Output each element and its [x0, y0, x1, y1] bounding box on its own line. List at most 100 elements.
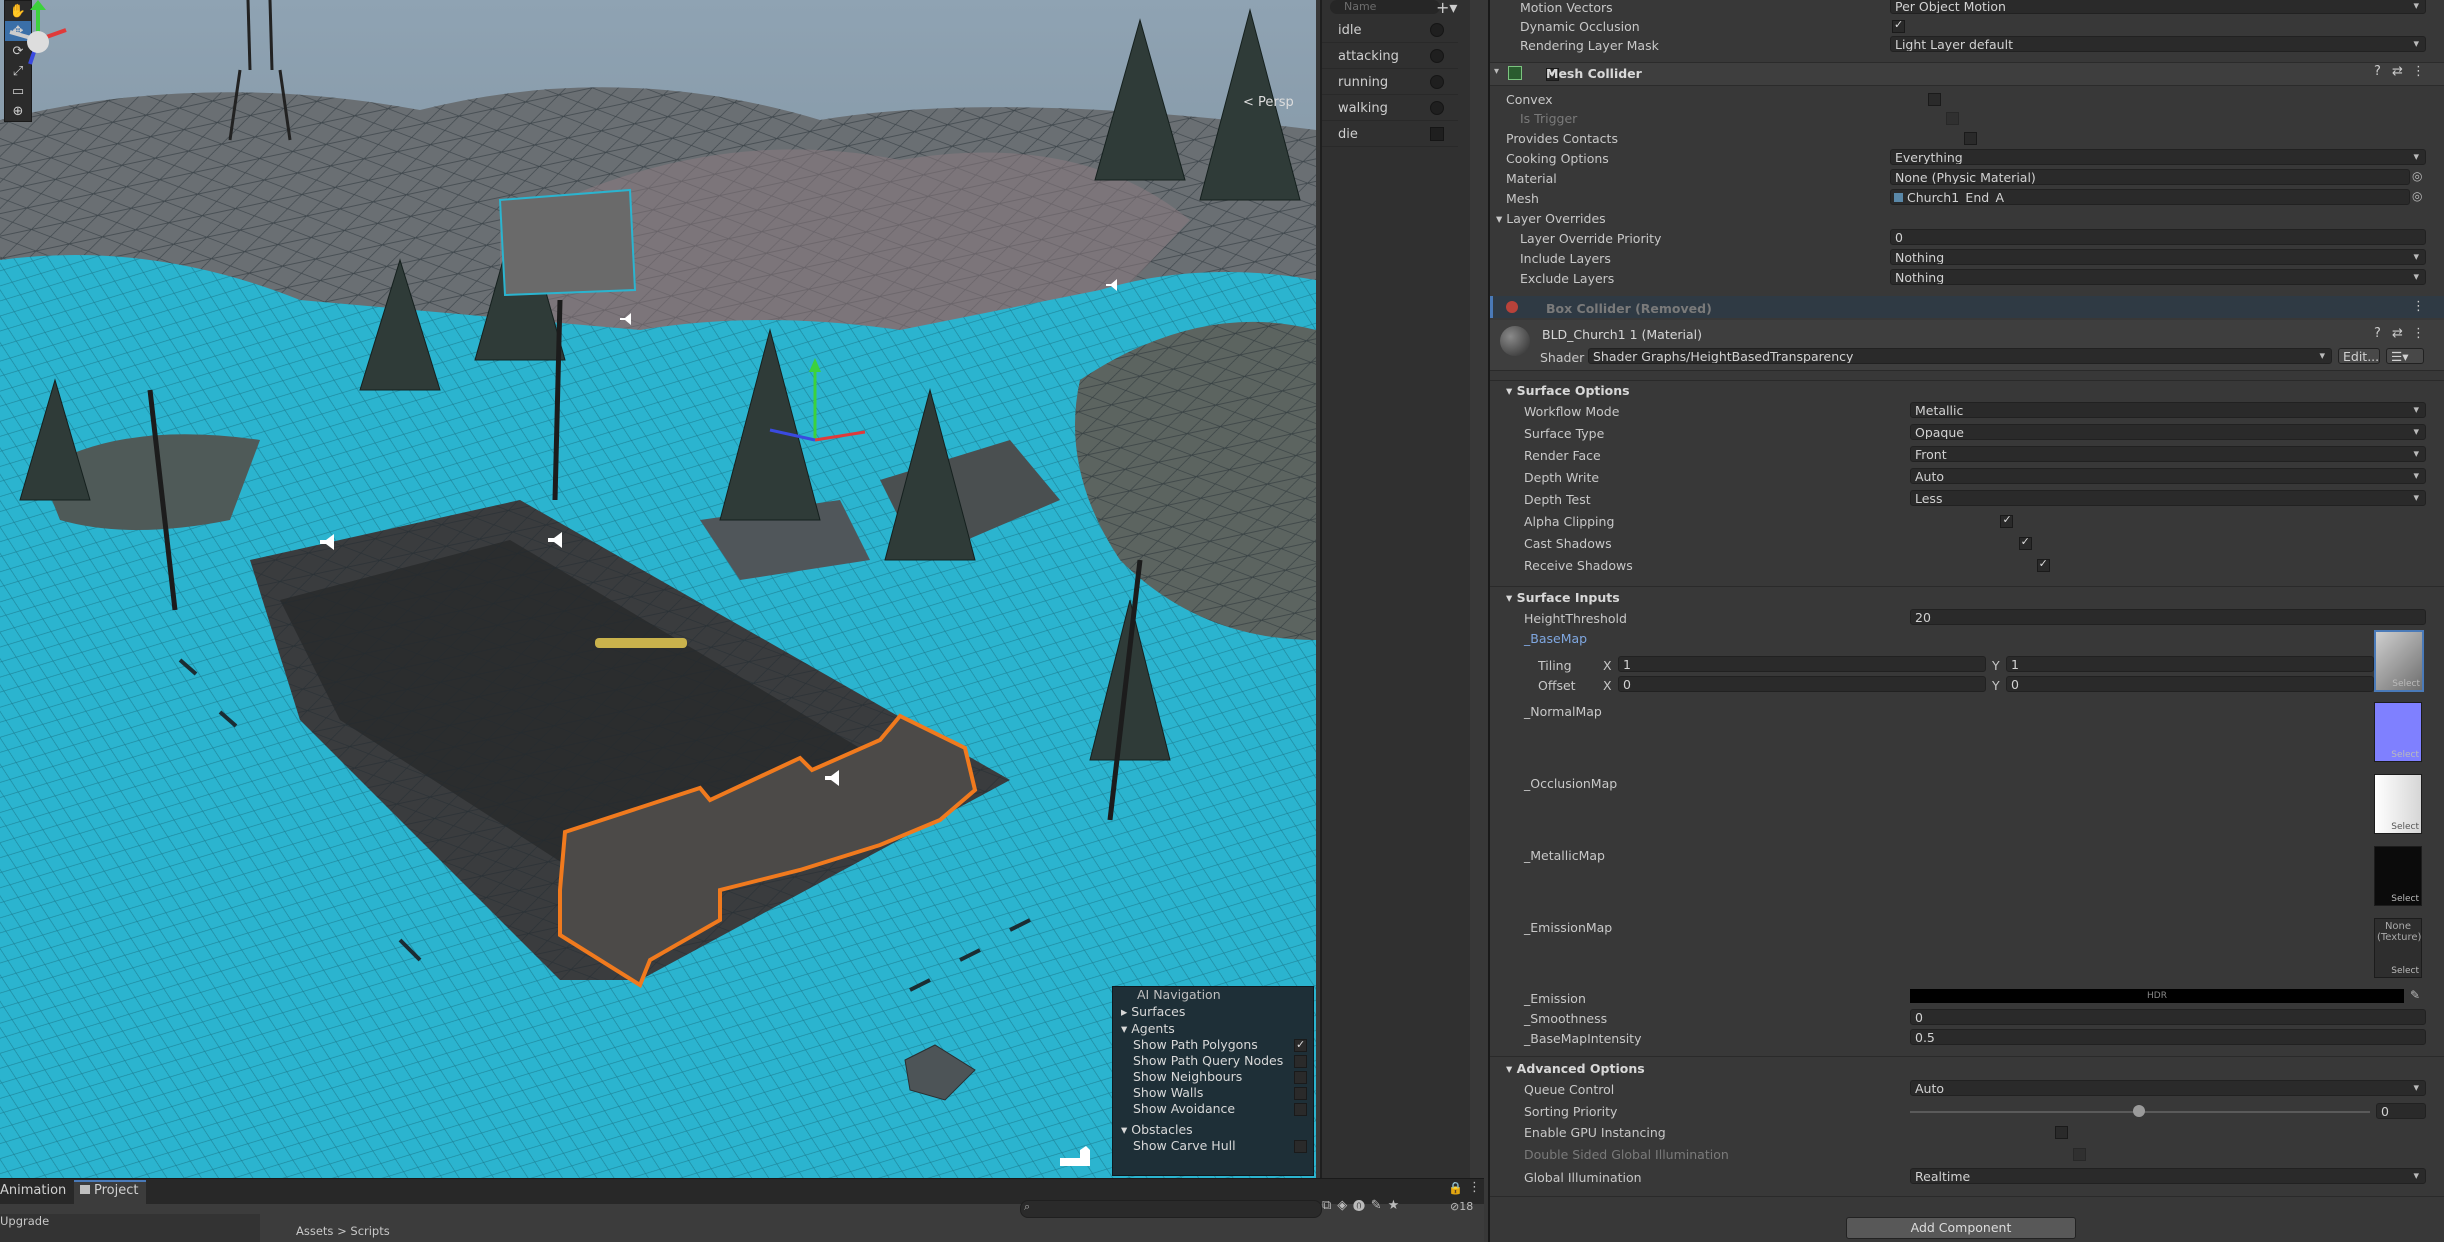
more-options-icon[interactable]: ⋮: [1468, 1180, 1481, 1195]
tiling-y-field[interactable]: 1: [2006, 656, 2374, 672]
agents-foldout[interactable]: ▾ Agents: [1113, 1020, 1313, 1037]
shader-dropdown[interactable]: Shader Graphs/HeightBasedTransparency: [1588, 348, 2332, 364]
queue-control-dropdown[interactable]: Auto: [1910, 1080, 2426, 1096]
select-label[interactable]: Select: [2391, 894, 2419, 904]
tab-project[interactable]: Project: [94, 1183, 138, 1198]
alpha-clipping-checkbox[interactable]: [2000, 513, 2014, 528]
hidden-count-icon[interactable]: ⊘18: [1450, 1200, 1473, 1213]
add-parameter-icon[interactable]: +▾: [1436, 0, 1457, 17]
workflow-mode-dropdown[interactable]: Metallic: [1910, 402, 2426, 418]
dynamic-occlusion-checkbox[interactable]: [1892, 18, 1905, 33]
normalmap-texture-slot[interactable]: Select: [2374, 702, 2422, 762]
offset-x-field[interactable]: 0: [1618, 676, 1986, 692]
layer-override-priority-field[interactable]: 0: [1890, 229, 2426, 245]
preset-icon[interactable]: ⇄: [2392, 326, 2403, 341]
convex-checkbox[interactable]: [1928, 93, 1942, 106]
scene-view[interactable]: ✋ ✥ ⟳ ⤢ ▭ ⊕ < Persp AI Navigation ▸ Surf…: [0, 0, 1316, 1178]
select-label[interactable]: Select: [2391, 822, 2419, 832]
bool-toggle[interactable]: [1430, 23, 1444, 37]
occlusionmap-texture-slot[interactable]: Select: [2374, 774, 2422, 834]
help-icon[interactable]: ?: [2374, 326, 2381, 341]
depth-test-dropdown[interactable]: Less: [1910, 490, 2426, 506]
show-carve-hull-checkbox[interactable]: [1294, 1140, 1307, 1153]
eyedropper-icon[interactable]: ✎: [2410, 988, 2420, 1002]
breadcrumb-assets[interactable]: Assets: [296, 1224, 333, 1238]
tree-item-upgrade[interactable]: Upgrade: [0, 1214, 49, 1228]
sorting-priority-field[interactable]: 0: [2376, 1103, 2426, 1119]
preset-icon[interactable]: ⇄: [2392, 64, 2403, 79]
surface-inputs-foldout[interactable]: ▾ Surface Inputs: [1506, 590, 1620, 605]
project-search-input[interactable]: [1020, 1200, 1322, 1218]
object-picker-icon[interactable]: ◎: [2412, 169, 2422, 183]
show-neighbours-checkbox[interactable]: [1294, 1071, 1307, 1084]
emission-color-field[interactable]: HDR: [1910, 989, 2404, 1003]
cooking-options-dropdown[interactable]: Everything: [1890, 149, 2426, 165]
show-walls-row[interactable]: Show Walls: [1113, 1085, 1313, 1101]
smoothness-field[interactable]: 0: [1910, 1009, 2426, 1025]
show-path-query-nodes-checkbox[interactable]: [1294, 1055, 1307, 1068]
surface-options-foldout[interactable]: ▾ Surface Options: [1506, 383, 1630, 398]
select-label[interactable]: Select: [2392, 679, 2420, 689]
show-path-query-nodes-row[interactable]: Show Path Query Nodes: [1113, 1053, 1313, 1069]
param-row[interactable]: walking: [1322, 96, 1458, 121]
surfaces-foldout[interactable]: ▸ Surfaces: [1113, 1003, 1313, 1020]
obstacles-foldout[interactable]: ▾ Obstacles: [1113, 1121, 1313, 1138]
global-illumination-dropdown[interactable]: Realtime: [1910, 1168, 2426, 1184]
object-picker-icon[interactable]: ◎: [2412, 189, 2422, 203]
advanced-options-foldout[interactable]: ▾ Advanced Options: [1506, 1061, 1645, 1076]
orientation-gizmo-icon[interactable]: [0, 0, 76, 90]
show-avoidance-row[interactable]: Show Avoidance: [1113, 1101, 1313, 1117]
param-row[interactable]: attacking: [1322, 44, 1458, 69]
depth-write-dropdown[interactable]: Auto: [1910, 468, 2426, 484]
bool-toggle[interactable]: [1430, 101, 1444, 115]
provides-contacts-checkbox[interactable]: [1964, 132, 1978, 145]
render-face-dropdown[interactable]: Front: [1910, 446, 2426, 462]
gpu-instancing-checkbox[interactable]: [2054, 1126, 2068, 1139]
show-neighbours-row[interactable]: Show Neighbours: [1113, 1069, 1313, 1085]
tab-animation[interactable]: Animation: [0, 1183, 66, 1198]
surface-type-dropdown[interactable]: Opaque: [1910, 424, 2426, 440]
breadcrumb-scripts[interactable]: Scripts: [350, 1224, 389, 1238]
include-layers-dropdown[interactable]: Nothing: [1890, 249, 2426, 265]
metallicmap-label[interactable]: _MetallicMap: [1524, 848, 1605, 863]
metallicmap-texture-slot[interactable]: Select: [2374, 846, 2422, 906]
param-row[interactable]: die: [1322, 122, 1458, 147]
transform-tool-icon[interactable]: ⊕: [5, 101, 31, 121]
offset-y-field[interactable]: 0: [2006, 676, 2374, 692]
material-object-field[interactable]: None (Physic Material): [1890, 169, 2410, 185]
height-threshold-field[interactable]: 20: [1910, 609, 2426, 625]
exclude-layers-dropdown[interactable]: Nothing: [1890, 269, 2426, 285]
sorting-priority-slider-handle[interactable]: [2133, 1105, 2145, 1117]
rendering-layer-mask-dropdown[interactable]: Light Layer default: [1890, 36, 2426, 52]
show-carve-hull-row[interactable]: Show Carve Hull: [1113, 1138, 1313, 1154]
emissionmap-texture-slot[interactable]: None (Texture) Select: [2374, 918, 2422, 978]
select-label[interactable]: Select: [2391, 750, 2419, 760]
param-row[interactable]: running: [1322, 70, 1458, 95]
basemapintensity-field[interactable]: 0.5: [1910, 1029, 2426, 1045]
more-options-icon[interactable]: ⋮: [2412, 64, 2425, 79]
filter-icons[interactable]: ⧉◈⓿✎★: [1322, 1198, 1405, 1213]
lock-icon[interactable]: 🔒: [1448, 1181, 1463, 1195]
shader-edit-button[interactable]: Edit...: [2338, 348, 2380, 364]
select-label[interactable]: Select: [2391, 966, 2419, 976]
persp-label[interactable]: < Persp: [1243, 95, 1294, 110]
help-icon[interactable]: ?: [2374, 64, 2381, 79]
cast-shadows-checkbox[interactable]: [2018, 535, 2032, 550]
emissionmap-label[interactable]: _EmissionMap: [1524, 920, 1612, 935]
bool-toggle[interactable]: [1430, 75, 1444, 89]
basemap-texture-slot[interactable]: Select: [2374, 630, 2424, 692]
basemap-label[interactable]: _BaseMap: [1524, 631, 1587, 646]
add-component-button[interactable]: Add Component: [1846, 1217, 2076, 1239]
mesh-object-field[interactable]: Church1_End_A: [1890, 189, 2410, 205]
show-walls-checkbox[interactable]: [1294, 1087, 1307, 1100]
normalmap-label[interactable]: _NormalMap: [1524, 704, 1602, 719]
more-options-icon[interactable]: ⋮: [2412, 299, 2425, 314]
layer-overrides-foldout[interactable]: ▾ Layer Overrides: [1496, 211, 1606, 226]
foldout-down-icon[interactable]: ▾: [1494, 66, 1499, 77]
receive-shadows-checkbox[interactable]: [2036, 557, 2050, 572]
more-options-icon[interactable]: ⋮: [2412, 326, 2425, 341]
show-path-polygons-row[interactable]: Show Path Polygons: [1113, 1037, 1313, 1053]
ai-navigation-title[interactable]: AI Navigation: [1113, 987, 1313, 1003]
tiling-x-field[interactable]: 1: [1618, 656, 1986, 672]
shader-options-icon[interactable]: ☰▾: [2386, 348, 2424, 364]
